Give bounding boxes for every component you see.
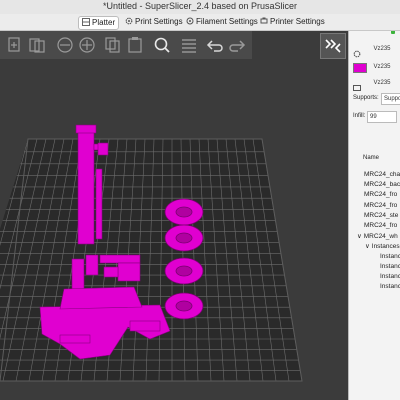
object-label: MRC24_wh (363, 233, 398, 241)
tab-platter[interactable]: Platter (78, 16, 120, 30)
object-label: MRC24_fro (364, 222, 398, 229)
object-item[interactable]: MRC24_fro (364, 191, 397, 198)
object-item[interactable]: ∨ MRC24_wh (357, 232, 398, 241)
3d-viewport[interactable] (0, 31, 348, 400)
object-label: Instance (380, 262, 400, 270)
arrange-icon[interactable] (78, 36, 96, 54)
object-label: Instance (380, 283, 400, 291)
right-sidebar: Vz235 Vz235 Vz235 Supports: Suppor Infil… (348, 31, 400, 400)
supports-label: Supports: (353, 95, 379, 101)
filament-preset-row[interactable]: Vz235 (351, 61, 400, 73)
undo-icon[interactable] (206, 36, 224, 54)
object-item[interactable]: MRC24_ste (364, 212, 398, 219)
object-label: Instances (371, 243, 400, 251)
delete-icon[interactable] (28, 36, 46, 54)
infill-combo[interactable]: 99 (367, 111, 397, 123)
print-preset-value: Vz235 (373, 46, 391, 52)
filament-preset-value: Vz235 (373, 64, 391, 70)
delete-all-icon[interactable] (56, 36, 74, 54)
filament-spool-icon (186, 17, 194, 25)
gear-icon (125, 17, 133, 25)
layers-icon[interactable] (180, 36, 198, 54)
tab-bar: Platter Print Settings Filament Settings… (0, 14, 400, 31)
infill-label: Infill: (353, 113, 366, 119)
platter-toolbar (0, 31, 252, 59)
object-label: Instance (380, 252, 400, 260)
platter-scene[interactable] (0, 59, 348, 400)
object-item[interactable]: MRC24_fro (364, 202, 397, 209)
collapse-sidebar-icon[interactable] (320, 33, 346, 59)
printer-preset-value: Vz235 (373, 80, 391, 86)
expand-arrow-icon[interactable]: ∨ (365, 243, 370, 250)
print-preset-row[interactable]: Vz235 (351, 43, 400, 58)
instances-group[interactable]: ∨ Instances (365, 242, 400, 251)
gear-icon (353, 45, 361, 58)
search-icon[interactable] (153, 36, 171, 54)
list-header-name: Name (363, 155, 380, 161)
object-label: Instance (380, 273, 400, 280)
object-item[interactable]: MRC24_cha (364, 171, 400, 178)
add-icon[interactable] (6, 36, 24, 54)
supports-dropdown[interactable]: Suppor (381, 93, 400, 105)
tab-filament-settings[interactable]: Filament Settings (183, 16, 261, 28)
object-label: MRC24_fro (364, 201, 398, 209)
title-bar: *Untitled - SuperSlicer_2.4 based on Pru… (0, 0, 400, 15)
copy-icon[interactable] (104, 36, 122, 54)
instance-item[interactable]: Instance (380, 283, 400, 290)
instance-item[interactable]: Instance (380, 253, 400, 260)
tab-label: Platter (92, 18, 116, 27)
status-indicator (391, 31, 395, 34)
object-list[interactable]: Name MRC24_cha MRC24_bac MRC24_fro MRC24_fr… (349, 149, 400, 400)
object-item[interactable]: MRC24_bac (364, 181, 400, 188)
object-item[interactable]: MRC24_fro (364, 222, 397, 229)
printer-icon (260, 17, 268, 25)
platter-icon (82, 18, 90, 26)
expand-arrow-icon[interactable]: ∨ (357, 233, 362, 240)
object-label: MRC24_fro (364, 191, 398, 199)
printer-preset-row[interactable]: Vz235 (351, 77, 400, 91)
tab-label: Printer Settings (270, 17, 325, 26)
printer-icon (353, 79, 361, 91)
window-title: *Untitled - SuperSlicer_2.4 based on Pru… (102, 1, 298, 11)
instance-item[interactable]: Instance (380, 273, 400, 280)
redo-icon[interactable] (228, 36, 246, 54)
tab-label: Print Settings (135, 17, 183, 26)
tab-label: Filament Settings (196, 17, 258, 26)
instance-item[interactable]: Instance (380, 263, 400, 270)
paste-icon[interactable] (126, 36, 144, 54)
object-label: MRC24_bac (364, 181, 400, 189)
tab-printer-settings[interactable]: Printer Settings (257, 16, 328, 28)
object-label: MRC24_cha (364, 171, 400, 178)
object-label: MRC24_ste (364, 211, 399, 219)
tab-print-settings[interactable]: Print Settings (122, 16, 186, 28)
